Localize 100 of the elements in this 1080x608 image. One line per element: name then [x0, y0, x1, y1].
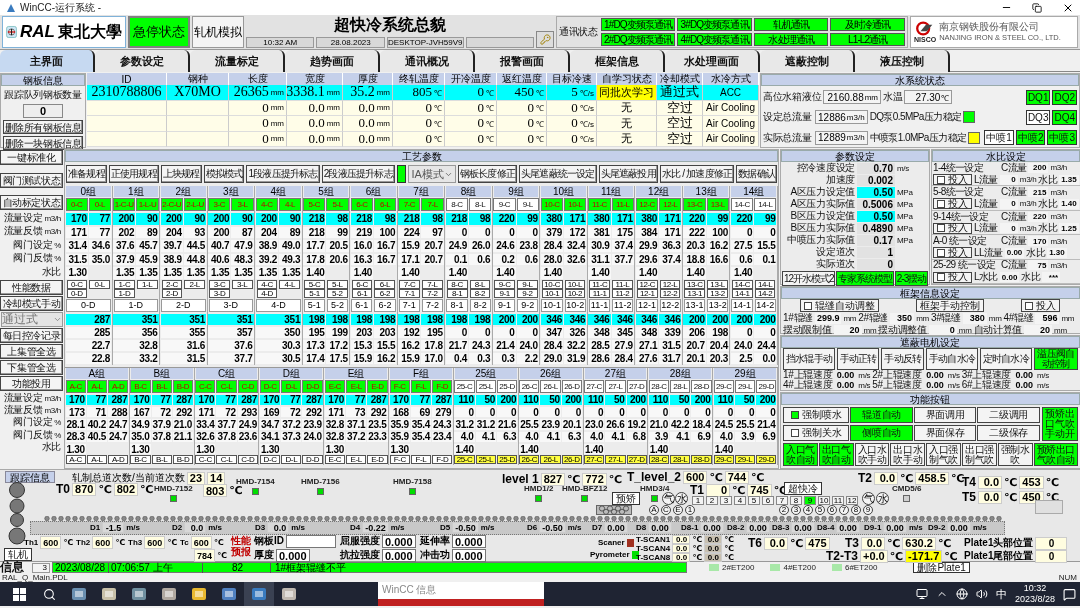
pump-button[interactable]: 中喷2 — [1015, 130, 1046, 146]
nozzle-tag[interactable]: 8-2 — [469, 288, 491, 298]
pump-button[interactable]: DQ2 — [1052, 89, 1077, 105]
nozzle-tag[interactable]: 27-D — [626, 455, 647, 465]
pump-button[interactable]: 中喷3 — [1047, 130, 1077, 146]
valve-label[interactable]: 28-C — [648, 379, 670, 393]
value-cell[interactable]: 198 — [398, 313, 421, 325]
nozzle-tag[interactable]: 13-1 — [684, 288, 706, 298]
toolbar-button[interactable]: 钢板长度修正 — [457, 165, 518, 183]
valve-label[interactable]: 27-D — [626, 379, 647, 393]
restore-icon[interactable] — [1032, 2, 1042, 13]
valve-label[interactable]: A-L — [86, 379, 108, 393]
tab[interactable]: 遮蔽控制 — [760, 50, 855, 72]
value-cell[interactable]: 98 — [373, 213, 397, 225]
nozzle-tag[interactable]: 0-D — [66, 288, 88, 298]
nozzle-tag[interactable]: 12-1 — [636, 288, 658, 298]
nozzle-tag[interactable]: D-L — [281, 455, 302, 465]
pump-button[interactable]: DQ3 — [1025, 110, 1051, 125]
valve-label[interactable]: 3-L — [231, 198, 254, 211]
nozzle-tag[interactable]: A-C — [65, 455, 86, 465]
valve-label[interactable]: 6-L — [373, 198, 397, 211]
value-cell[interactable]: 346 — [540, 313, 564, 325]
motor-button[interactable]: 挡水辊手动 — [783, 348, 835, 370]
zone-box[interactable]: 6 — [762, 496, 774, 505]
valve-label[interactable]: B-D — [172, 379, 194, 393]
zone-box[interactable]: 1 — [692, 496, 704, 505]
checkbox-button[interactable]: 投入 — [933, 222, 972, 234]
function-button[interactable]: 界面调用 — [913, 407, 977, 423]
nozzle-tag[interactable]: 3-C — [209, 279, 230, 289]
valve-label[interactable]: 26-D — [561, 379, 582, 393]
blow-button[interactable]: 入口强制气吹 — [926, 443, 962, 466]
pump-button[interactable]: DQ4 — [1052, 110, 1077, 125]
value-cell[interactable]: 200 — [756, 394, 777, 405]
app-icon[interactable] — [244, 582, 274, 606]
nozzle-tag[interactable]: 14-2 — [754, 288, 776, 298]
valve-label[interactable]: 27-L — [605, 379, 626, 393]
nozzle-tag[interactable]: C-L — [216, 455, 237, 465]
line-button[interactable]: 预矫 — [612, 492, 640, 505]
nozzle-tag[interactable]: 5-2 — [326, 288, 348, 298]
valve-label[interactable]: B-L — [151, 379, 172, 393]
tab[interactable]: 参数设定 — [95, 50, 190, 72]
valve-label[interactable]: 13-L — [706, 198, 729, 211]
motor-button[interactable]: 溢压阀自动控制 — [1033, 348, 1078, 370]
checkbox-button[interactable]: 强制关水 — [783, 425, 850, 441]
mode-select[interactable]: IA模式 — [408, 165, 456, 183]
valve-label[interactable]: E-D — [367, 379, 388, 393]
value-cell[interactable]: 346 — [659, 313, 682, 325]
nozzle-tag[interactable]: 1-D — [114, 288, 135, 298]
zone-box[interactable]: 4 — [734, 496, 746, 505]
value-cell[interactable]: 170 — [259, 394, 281, 405]
nozzle-tag[interactable]: 9-2 — [517, 288, 538, 298]
valve-label[interactable]: 10-L — [564, 198, 587, 211]
value-cell[interactable]: 200 — [160, 213, 183, 225]
value-cell[interactable]: 380 — [540, 213, 564, 225]
value-cell[interactable]: 90 — [231, 213, 254, 225]
valve-label[interactable]: 3-C — [208, 198, 231, 211]
valve-label[interactable]: 12-C — [635, 198, 659, 211]
function-button[interactable]: 侧喷自动 — [850, 425, 913, 441]
valve-label[interactable]: D-C — [259, 379, 281, 393]
function-button[interactable]: 二级保存 — [977, 425, 1040, 441]
value-cell[interactable]: 77 — [151, 394, 172, 405]
blow-button[interactable]: 强制水吹 — [997, 443, 1033, 466]
zone-box[interactable]: 8 — [790, 496, 802, 505]
value-cell[interactable]: 220 — [730, 213, 754, 225]
nozzle-tag[interactable]: 13-L — [707, 279, 728, 289]
value-cell[interactable]: 77 — [410, 394, 432, 405]
nozzle-tag[interactable]: 11-L — [612, 279, 633, 289]
valve-label[interactable]: 27-C — [584, 379, 605, 393]
value-cell[interactable]: 200 — [754, 313, 777, 325]
valve-label[interactable]: C-L — [216, 379, 237, 393]
value-cell[interactable]: 351 — [255, 313, 302, 325]
value-cell[interactable]: 346 — [564, 313, 587, 325]
checkbox-button[interactable]: 强制喷水 — [783, 407, 850, 423]
nozzle-tag[interactable]: D-C — [259, 455, 281, 465]
nozzle-tag[interactable]: 3-L — [231, 279, 253, 289]
nozzle-tag[interactable]: 7-2 — [422, 288, 443, 298]
network-icon[interactable] — [955, 588, 968, 600]
line-button[interactable]: 轧机 — [4, 548, 32, 561]
toolbar-button[interactable]: 数据确认 — [736, 165, 777, 183]
value-cell[interactable]: 200 — [493, 313, 516, 325]
function-button[interactable]: 界面保存 — [913, 425, 977, 441]
tab[interactable]: 液压控制 — [855, 50, 950, 72]
line-button[interactable]: 超快冷 — [784, 482, 822, 495]
valve-label[interactable]: 5-C — [303, 198, 326, 211]
value-cell[interactable]: 77 — [86, 394, 108, 405]
nozzle-tag[interactable]: 10-2 — [564, 288, 586, 298]
nozzle-tag[interactable]: A-D — [108, 455, 129, 465]
nozzle-tag[interactable]: 3-D — [209, 288, 230, 298]
valve-label[interactable]: 25-C — [454, 379, 475, 393]
checkbox-button[interactable]: 投入 — [933, 271, 972, 283]
nozzle-tag[interactable]: 29-D — [756, 455, 777, 465]
nozzle-tag[interactable]: E-L — [346, 455, 367, 465]
value-cell[interactable]: 110 — [584, 394, 605, 405]
value-cell[interactable]: 170 — [65, 213, 88, 225]
value-cell[interactable]: 200 — [208, 213, 231, 225]
value-cell[interactable]: 380 — [635, 213, 659, 225]
value-cell[interactable]: 171 — [564, 213, 587, 225]
frame-button[interactable]: 框架手动控制 — [916, 299, 985, 312]
value-cell[interactable]: 218 — [398, 213, 421, 225]
nozzle-tag[interactable]: 4-L — [279, 279, 301, 289]
